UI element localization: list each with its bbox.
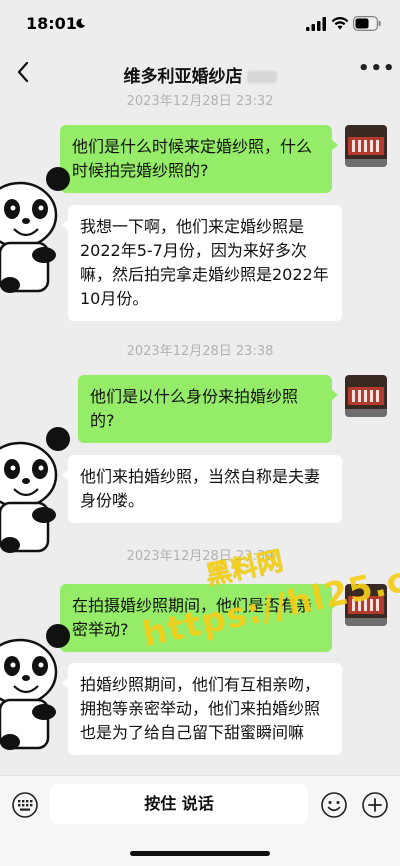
status-time: 18:01	[26, 14, 77, 33]
received-message[interactable]: 他们来拍婚纱照，当然自称是夫妻身份喽。	[62, 455, 342, 523]
chat-title: 维多利亚婚纱店	[0, 62, 400, 87]
wifi-icon	[331, 17, 349, 30]
user-avatar[interactable]	[345, 584, 387, 626]
status-bar: 18:01	[0, 0, 400, 48]
more-options-icon[interactable]: •••	[358, 60, 395, 82]
plus-icon[interactable]	[362, 792, 388, 818]
sent-message[interactable]: 他们是以什么身份来拍婚纱照的?	[78, 375, 338, 443]
hold-to-talk-button[interactable]: 按住 说话	[50, 784, 308, 824]
user-avatar[interactable]	[345, 125, 387, 167]
signal-icon	[306, 17, 326, 31]
home-indicator	[130, 851, 270, 856]
panda-icon	[0, 427, 70, 553]
chat-title-text: 维多利亚婚纱店	[123, 67, 243, 87]
moon-icon	[76, 18, 86, 28]
received-message[interactable]: 拍婚纱照期间，他们有互相亲吻，拥抱等亲密举动，他们来拍婚纱照也是为了给自己留下甜…	[62, 663, 342, 755]
received-message[interactable]: 我想一下啊，他们来定婚纱照是2022年5-7月份，因为来好多次嘛，然后拍完拿走婚…	[62, 205, 342, 321]
nav-bar: 维多利亚婚纱店 •••	[0, 48, 400, 96]
timestamp: 2023年12月28日 23:32	[126, 94, 274, 109]
sent-message[interactable]: 他们是什么时候来定婚纱照，什么时候拍完婚纱照的?	[60, 125, 338, 193]
timestamp: 2023年12月28日 23:38	[126, 344, 274, 359]
keyboard-icon[interactable]	[12, 792, 38, 818]
user-avatar[interactable]	[345, 375, 387, 417]
sent-message[interactable]: 在拍摄婚纱照期间，他们是否有亲密举动?	[60, 584, 338, 652]
emoji-icon[interactable]	[321, 792, 347, 818]
input-bar: 按住 说话	[0, 775, 400, 866]
contact-avatar-panda[interactable]	[0, 425, 72, 555]
battery-icon	[353, 16, 381, 31]
timestamp: 2023年12月28日 23:39	[126, 549, 274, 564]
blurred-suffix	[246, 71, 277, 83]
